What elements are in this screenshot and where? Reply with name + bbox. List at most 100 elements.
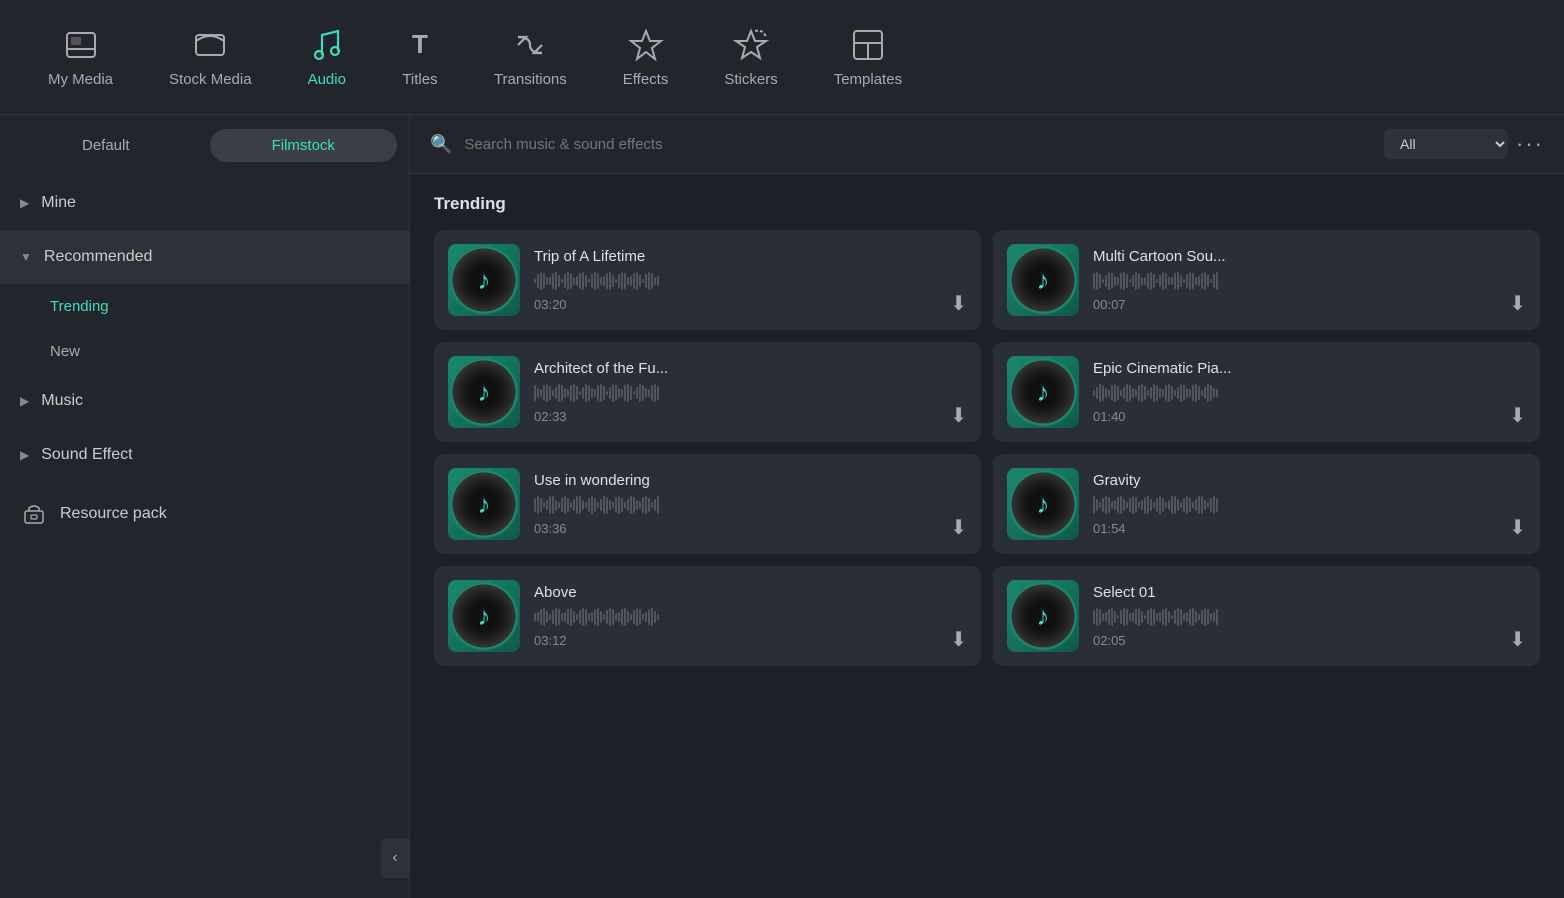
- download-button[interactable]: ⬇: [1509, 291, 1526, 316]
- sidebar-recommended-label: Recommended: [44, 248, 153, 266]
- music-thumbnail: ♪: [448, 356, 520, 428]
- music-info: Trip of A Lifetime 03:20: [534, 248, 967, 312]
- my-media-icon: [63, 27, 99, 63]
- nav-transitions-label: Transitions: [494, 71, 567, 88]
- sidebar-collapse-button[interactable]: ‹: [381, 838, 409, 878]
- templates-icon: [850, 27, 886, 63]
- nav-stock-media-label: Stock Media: [169, 71, 252, 88]
- nav-stickers-label: Stickers: [724, 71, 777, 88]
- top-nav: My Media Stock Media Audio T Titles: [0, 0, 1564, 115]
- sidebar-mine-label: Mine: [41, 194, 76, 212]
- nav-my-media-label: My Media: [48, 71, 113, 88]
- content-area: 🔍 All Music Sound Effect ··· Trending ♪ …: [410, 115, 1564, 898]
- music-note-icon: ♪: [478, 265, 491, 296]
- sidebar-item-music[interactable]: ▶ Music: [0, 374, 409, 428]
- download-button[interactable]: ⬇: [950, 403, 967, 428]
- search-icon: 🔍: [430, 134, 452, 155]
- music-thumbnail: ♪: [448, 468, 520, 540]
- waveform: [534, 271, 967, 291]
- music-note-icon: ♪: [1037, 377, 1050, 408]
- nav-titles[interactable]: T Titles: [374, 27, 466, 88]
- search-input[interactable]: [464, 136, 1372, 153]
- music-card[interactable]: ♪ Architect of the Fu... 02:33 ⬇: [434, 342, 981, 442]
- music-note-icon: ♪: [1037, 489, 1050, 520]
- filter-area: All Music Sound Effect ···: [1384, 129, 1544, 159]
- music-info: Use in wondering 03:36: [534, 472, 967, 536]
- tab-row: Default Filmstock: [0, 115, 409, 176]
- music-card[interactable]: ♪ Select 01 02:05 ⬇: [993, 566, 1540, 666]
- sidebar-music-label: Music: [41, 392, 83, 410]
- music-note-icon: ♪: [478, 489, 491, 520]
- music-title: Use in wondering: [534, 472, 967, 489]
- music-grid: ♪ Trip of A Lifetime 03:20 ⬇ ♪ Multi Car…: [434, 230, 1540, 666]
- nav-transitions[interactable]: Transitions: [466, 27, 595, 88]
- nav-stock-media[interactable]: Stock Media: [141, 27, 280, 88]
- music-card[interactable]: ♪ Trip of A Lifetime 03:20 ⬇: [434, 230, 981, 330]
- waveform: [534, 383, 967, 403]
- music-info: Select 01 02:05: [1093, 584, 1526, 648]
- section-title: Trending: [434, 194, 1540, 214]
- music-note-icon: ♪: [478, 377, 491, 408]
- music-title: Epic Cinematic Pia...: [1093, 360, 1526, 377]
- waveform: [1093, 495, 1526, 515]
- music-card[interactable]: ♪ Epic Cinematic Pia... 01:40 ⬇: [993, 342, 1540, 442]
- download-button[interactable]: ⬇: [1509, 515, 1526, 540]
- music-thumbnail: ♪: [1007, 244, 1079, 316]
- download-button[interactable]: ⬇: [950, 515, 967, 540]
- music-thumbnail: ♪: [1007, 580, 1079, 652]
- more-options-button[interactable]: ···: [1516, 131, 1544, 157]
- music-duration: 03:36: [534, 521, 967, 536]
- sidebar-item-mine[interactable]: ▶ Mine: [0, 176, 409, 230]
- sidebar-item-resource-pack[interactable]: Resource pack: [0, 482, 409, 546]
- music-title: Above: [534, 584, 967, 601]
- resource-pack-icon: [20, 500, 48, 528]
- download-button[interactable]: ⬇: [1509, 627, 1526, 652]
- chevron-right-icon: ▶: [20, 196, 29, 210]
- nav-titles-label: Titles: [402, 71, 437, 88]
- nav-audio[interactable]: Audio: [280, 27, 374, 88]
- content-scroll: Trending ♪ Trip of A Lifetime 03:20 ⬇ ♪ …: [410, 174, 1564, 898]
- music-card[interactable]: ♪ Above 03:12 ⬇: [434, 566, 981, 666]
- download-button[interactable]: ⬇: [950, 291, 967, 316]
- transitions-icon: [512, 27, 548, 63]
- music-thumbnail: ♪: [448, 244, 520, 316]
- music-note-icon: ♪: [478, 601, 491, 632]
- nav-audio-label: Audio: [308, 71, 346, 88]
- titles-icon: T: [402, 27, 438, 63]
- tab-default[interactable]: Default: [12, 129, 200, 162]
- music-duration: 00:07: [1093, 297, 1526, 312]
- tab-filmstock[interactable]: Filmstock: [210, 129, 398, 162]
- sidebar-sub-trending[interactable]: Trending: [0, 284, 409, 329]
- music-card[interactable]: ♪ Multi Cartoon Sou... 00:07 ⬇: [993, 230, 1540, 330]
- nav-stickers[interactable]: Stickers: [696, 27, 805, 88]
- search-bar: 🔍 All Music Sound Effect ···: [410, 115, 1564, 174]
- nav-my-media[interactable]: My Media: [20, 27, 141, 88]
- sidebar-item-sound-effect[interactable]: ▶ Sound Effect: [0, 428, 409, 482]
- music-note-icon: ♪: [1037, 265, 1050, 296]
- download-button[interactable]: ⬇: [1509, 403, 1526, 428]
- waveform: [534, 495, 967, 515]
- nav-effects[interactable]: Effects: [595, 27, 697, 88]
- music-duration: 03:12: [534, 633, 967, 648]
- chevron-down-icon: ▼: [20, 250, 32, 264]
- nav-templates-label: Templates: [834, 71, 902, 88]
- music-card[interactable]: ♪ Gravity 01:54 ⬇: [993, 454, 1540, 554]
- sidebar-item-recommended[interactable]: ▼ Recommended: [0, 230, 409, 284]
- music-card[interactable]: ♪ Use in wondering 03:36 ⬇: [434, 454, 981, 554]
- sidebar-sound-effect-label: Sound Effect: [41, 446, 132, 464]
- waveform: [1093, 607, 1526, 627]
- music-note-icon: ♪: [1037, 601, 1050, 632]
- music-duration: 02:05: [1093, 633, 1526, 648]
- waveform: [1093, 271, 1526, 291]
- download-button[interactable]: ⬇: [950, 627, 967, 652]
- music-title: Gravity: [1093, 472, 1526, 489]
- sidebar-sub-new[interactable]: New: [0, 329, 409, 374]
- music-thumbnail: ♪: [1007, 356, 1079, 428]
- music-title: Architect of the Fu...: [534, 360, 967, 377]
- music-info: Epic Cinematic Pia... 01:40: [1093, 360, 1526, 424]
- stock-media-icon: [192, 27, 228, 63]
- nav-templates[interactable]: Templates: [806, 27, 930, 88]
- sidebar: Default Filmstock ▶ Mine ▼ Recommended T…: [0, 115, 410, 898]
- music-info: Gravity 01:54: [1093, 472, 1526, 536]
- filter-select[interactable]: All Music Sound Effect: [1384, 129, 1508, 159]
